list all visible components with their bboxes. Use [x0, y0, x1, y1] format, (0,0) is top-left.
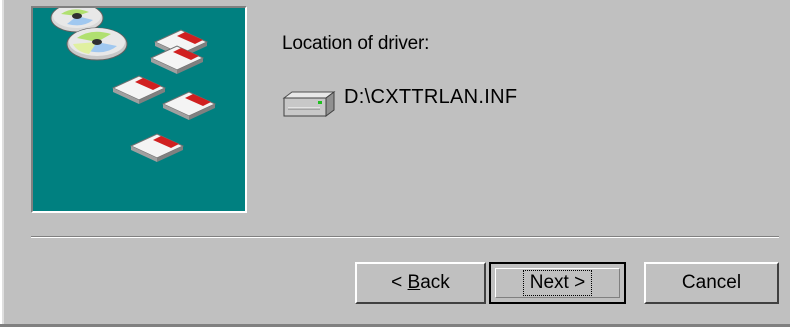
back-button[interactable]: < Back — [355, 262, 486, 304]
floppy-disk-icon — [129, 133, 185, 162]
cancel-button[interactable]: Cancel — [644, 262, 779, 304]
hard-drive-icon — [280, 90, 336, 125]
cd-disc-icon — [66, 27, 128, 61]
dialog-frame-light — [2, 0, 4, 327]
driver-path-text: D:\CXTTRLAN.INF — [344, 86, 518, 108]
floppy-disk-icon — [161, 91, 217, 120]
driver-location-label: Location of driver: — [282, 33, 430, 54]
floppy-disk-icon — [111, 75, 167, 104]
dialog-separator — [31, 236, 779, 238]
back-button-label: < Back — [391, 272, 450, 293]
next-button-face: Next > — [495, 268, 620, 298]
next-button[interactable]: Next > — [489, 262, 626, 304]
wizard-illustration — [31, 6, 247, 213]
next-button-label: Next > — [522, 270, 593, 296]
